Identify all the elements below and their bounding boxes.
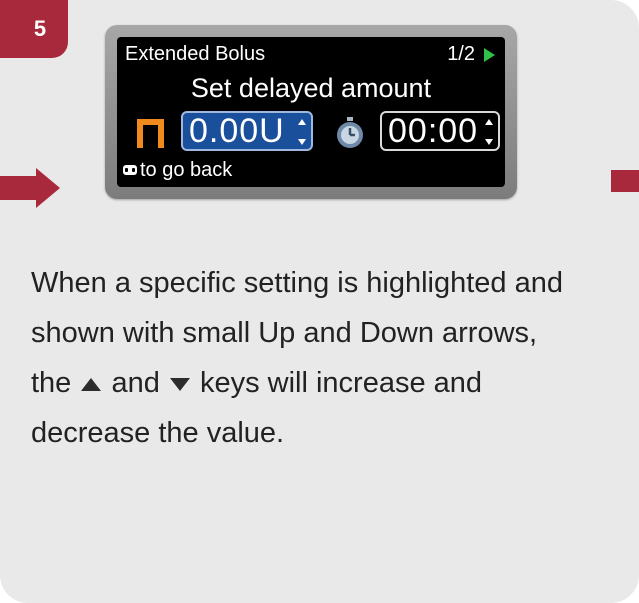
back-hint: to go back: [140, 159, 233, 181]
screen-title: Extended Bolus: [125, 43, 266, 65]
next-arrow-stub: [611, 170, 639, 192]
instruction-line-1: When a specific setting is highlighted a…: [31, 267, 563, 299]
up-down-arrows-icon: [485, 119, 493, 145]
delay-time-field[interactable]: 00:00: [380, 111, 500, 151]
instruction-line-2: shown with small Up and Down arrows,: [31, 317, 538, 349]
pump-screen: Extended Bolus 1/2 Set delayed amount 0.…: [117, 37, 505, 187]
timer-icon: [337, 117, 363, 148]
up-down-arrows-icon: [298, 119, 306, 145]
square-wave-bolus-icon: [137, 119, 164, 148]
back-button-icon: [123, 165, 137, 175]
page-indicator: 1/2: [447, 43, 475, 65]
down-key-icon: [169, 377, 190, 391]
arrow-right-icon: [0, 168, 60, 208]
instruction-line-3: the and keys will increase and: [31, 358, 621, 408]
step-number-badge: 5: [12, 0, 68, 58]
instruction-line-3-end: keys will increase and: [199, 367, 483, 399]
delay-time-value: 00:00: [388, 111, 479, 150]
instruction-line-4: decrease the value.: [31, 417, 285, 449]
instruction-line-3-middle: and: [111, 367, 160, 399]
play-triangle-icon: [484, 48, 495, 62]
delayed-amount-field[interactable]: 0.00U: [181, 111, 313, 151]
instruction-line-3-start: the: [31, 367, 72, 399]
delayed-amount-value: 0.00U: [189, 111, 285, 150]
up-key-icon: [81, 377, 102, 391]
step-card: 5 Extended Bolus 1/2 Set delayed amount …: [0, 0, 639, 603]
step-number: 5: [33, 16, 47, 41]
screen-heading: Set delayed amount: [190, 73, 432, 103]
instruction-text: When a specific setting is highlighted a…: [31, 258, 621, 458]
